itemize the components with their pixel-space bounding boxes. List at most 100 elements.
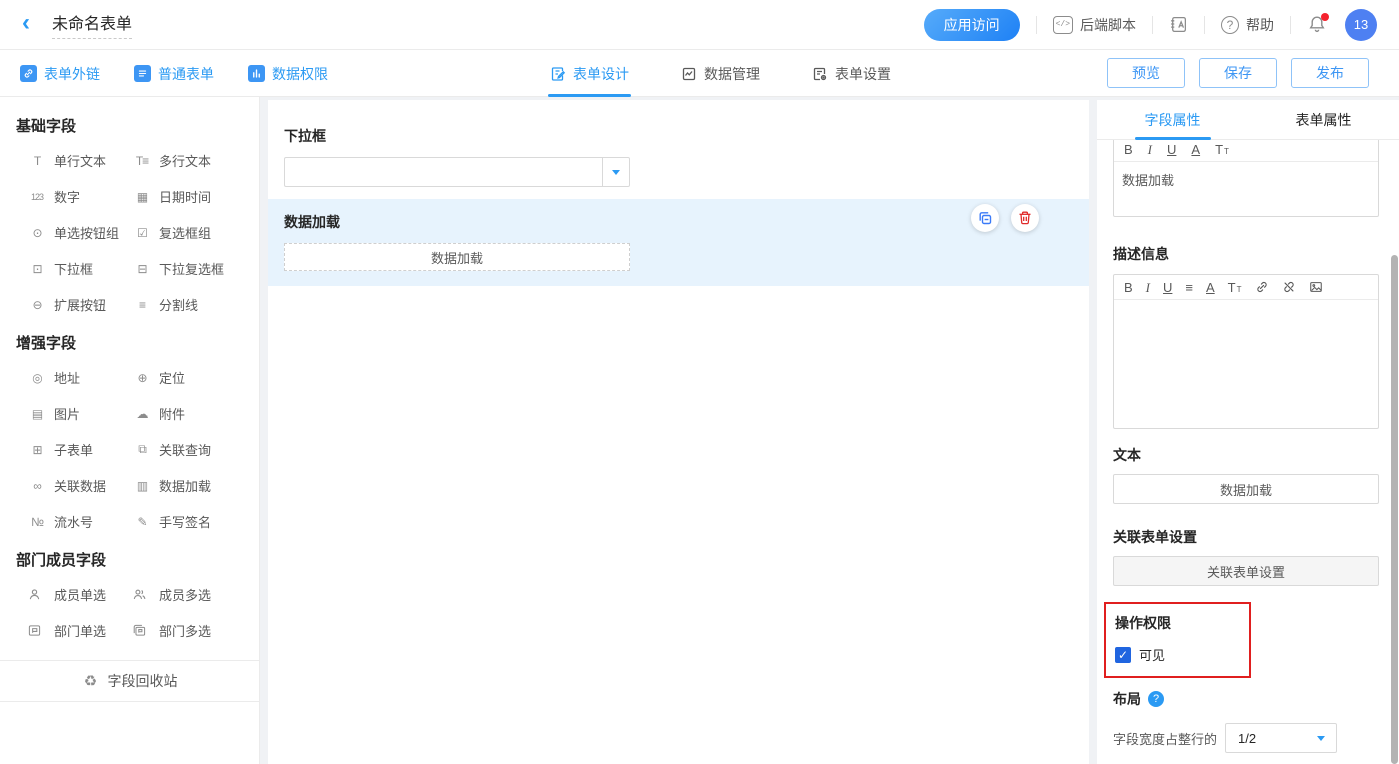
field-item-location[interactable]: ⊕定位: [133, 368, 259, 387]
related-form-settings-button[interactable]: 关联表单设置: [1113, 556, 1379, 586]
form-canvas[interactable]: 下拉框 数据加载 数据加载: [268, 100, 1089, 764]
dropdown-arrow-button[interactable]: [602, 157, 630, 187]
section-title-basic-fields: 基础字段: [16, 115, 259, 136]
field-recycle-bin[interactable]: ♻ 字段回收站: [0, 660, 259, 702]
align-icon[interactable]: ≡: [1185, 281, 1193, 294]
field-item-dropdown-multi[interactable]: ⊟下拉复选框: [133, 259, 259, 278]
field-item-multi-line-text[interactable]: T≡多行文本: [133, 151, 259, 170]
field-width-label: 字段宽度占整行的: [1113, 729, 1217, 748]
field-item-attachment[interactable]: ☁附件: [133, 404, 259, 423]
field-item-signature[interactable]: ✎手写签名: [133, 512, 259, 531]
font-size-icon[interactable]: TT: [1228, 281, 1242, 294]
field-title-editor[interactable]: B I U A TT 数据加载: [1113, 140, 1379, 217]
panel-content: B I U A TT 数据加载 描述信息 B I U ≡ A TT: [1097, 140, 1399, 764]
visible-checkbox-row[interactable]: ✓ 可见: [1115, 645, 1249, 664]
vertical-scrollbar[interactable]: [1391, 255, 1398, 764]
link-icon[interactable]: [1255, 280, 1269, 294]
bold-icon[interactable]: B: [1124, 281, 1133, 294]
code-icon: </>: [1053, 16, 1073, 34]
tab-form-properties[interactable]: 表单属性: [1248, 100, 1399, 139]
delete-field-button[interactable]: [1011, 204, 1039, 232]
field-item-data-load[interactable]: ▥数据加载: [133, 476, 259, 495]
field-item-image[interactable]: ▤图片: [28, 404, 133, 423]
font-size-icon[interactable]: TT: [1215, 143, 1229, 156]
contacts-button[interactable]: [1169, 15, 1188, 34]
top-header: ‹ 未命名表单 应用访问 </> 后端脚本 ? 帮助: [0, 0, 1399, 50]
field-title-input[interactable]: 数据加载: [1114, 162, 1378, 216]
app-access-button[interactable]: 应用访问: [924, 9, 1020, 41]
permission-section-title: 操作权限: [1115, 613, 1249, 633]
description-input[interactable]: [1114, 300, 1378, 428]
save-button[interactable]: 保存: [1199, 58, 1277, 88]
layout-section-title-row: 布局 ?: [1113, 689, 1379, 709]
department-multi-icon: [133, 624, 151, 637]
field-width-select[interactable]: 1/2: [1225, 723, 1337, 753]
dropdown-icon: ⊡: [28, 262, 46, 276]
external-link-item[interactable]: 表单外链: [20, 64, 100, 84]
field-item-department-multi[interactable]: 部门多选: [133, 621, 259, 640]
font-color-icon[interactable]: A: [1191, 143, 1200, 156]
field-item-dropdown[interactable]: ⊡下拉框: [28, 259, 133, 278]
field-item-extend-button[interactable]: ⊖扩展按钮: [28, 295, 133, 314]
section-title-enhanced-fields: 增强字段: [16, 332, 259, 353]
field-item-number[interactable]: 123数字: [28, 187, 133, 206]
field-item-related-data[interactable]: ∞关联数据: [28, 476, 133, 495]
underline-icon[interactable]: U: [1167, 143, 1176, 156]
checkbox-icon: ☑: [133, 226, 151, 240]
backend-script-button[interactable]: </> 后端脚本: [1053, 15, 1136, 35]
layout-help-icon[interactable]: ?: [1148, 691, 1164, 707]
text-value-button[interactable]: 数据加载: [1113, 474, 1379, 504]
notification-bell-button[interactable]: [1307, 14, 1329, 36]
field-item-subform[interactable]: ⊞子表单: [28, 440, 133, 459]
insert-image-icon[interactable]: [1309, 280, 1323, 294]
field-item-serial-number[interactable]: №流水号: [28, 512, 133, 531]
avatar[interactable]: 13: [1345, 9, 1377, 41]
field-item-address[interactable]: ◎地址: [28, 368, 133, 387]
tab-field-properties[interactable]: 字段属性: [1097, 100, 1248, 139]
chevron-down-icon: [1317, 736, 1325, 741]
dropdown-select[interactable]: [284, 157, 630, 187]
tab-data-management[interactable]: 数据管理: [679, 50, 762, 97]
italic-icon[interactable]: I: [1146, 281, 1150, 294]
form-title[interactable]: 未命名表单: [52, 10, 132, 39]
attachment-icon: ☁: [133, 407, 151, 421]
field-item-checkbox-group[interactable]: ☑复选框组: [133, 223, 259, 242]
help-button[interactable]: ? 帮助: [1221, 15, 1274, 35]
field-item-related-query[interactable]: ⧉关联查询: [133, 440, 259, 459]
department-single-icon: [28, 624, 46, 637]
dropdown-multi-icon: ⊟: [133, 262, 151, 276]
field-item-department-single[interactable]: 部门单选: [28, 621, 133, 640]
underline-icon[interactable]: U: [1163, 281, 1172, 294]
data-load-placeholder-button[interactable]: 数据加载: [284, 243, 630, 271]
field-item-datetime[interactable]: ▦日期时间: [133, 187, 259, 206]
canvas-field-dropdown[interactable]: 下拉框: [284, 126, 1073, 187]
preview-button[interactable]: 预览: [1107, 58, 1185, 88]
checkbox-checked-icon[interactable]: ✓: [1115, 647, 1131, 663]
tab-form-design[interactable]: 表单设计: [548, 50, 631, 97]
dropdown-select-value[interactable]: [284, 157, 602, 187]
form-design-icon: [550, 66, 566, 82]
publish-button[interactable]: 发布: [1291, 58, 1369, 88]
field-item-radio-group[interactable]: ⊙单选按钮组: [28, 223, 133, 242]
italic-icon[interactable]: I: [1148, 143, 1152, 156]
field-item-divider-line[interactable]: ≡分割线: [133, 295, 259, 314]
contacts-icon: [1169, 15, 1188, 34]
field-width-value: 1/2: [1226, 731, 1306, 746]
divider: [1152, 16, 1153, 34]
image-icon: ▤: [28, 407, 46, 421]
field-item-single-line-text[interactable]: T单行文本: [28, 151, 133, 170]
back-icon[interactable]: ‹: [22, 11, 30, 35]
field-item-member-single[interactable]: 成员单选: [28, 585, 133, 604]
unlink-icon[interactable]: [1282, 280, 1296, 294]
canvas-field-data-load-selected[interactable]: 数据加载 数据加载: [268, 199, 1089, 286]
font-color-icon[interactable]: A: [1206, 281, 1215, 294]
bold-icon[interactable]: B: [1124, 143, 1133, 156]
normal-form-item[interactable]: 普通表单: [134, 64, 214, 84]
tab-form-settings[interactable]: 表单设置: [810, 50, 893, 97]
related-query-icon: ⧉: [133, 442, 151, 457]
multi-line-text-icon: T≡: [133, 154, 151, 168]
field-item-member-multi[interactable]: 成员多选: [133, 585, 259, 604]
description-editor[interactable]: B I U ≡ A TT: [1113, 274, 1379, 429]
data-permission-item[interactable]: 数据权限: [248, 64, 328, 84]
copy-field-button[interactable]: [971, 204, 999, 232]
